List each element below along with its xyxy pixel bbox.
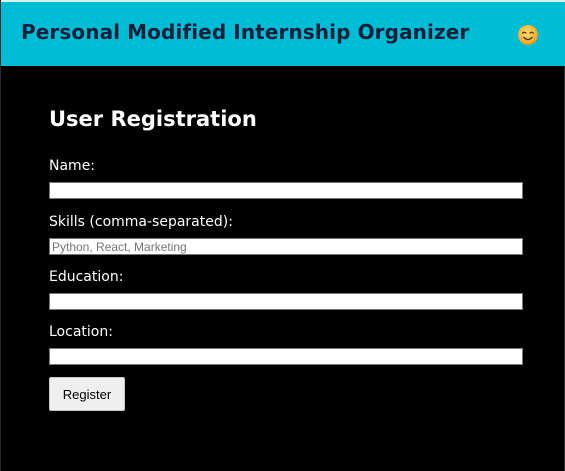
- name-label: Name:: [49, 158, 96, 174]
- skills-label: Skills (comma-separated):: [49, 214, 233, 230]
- app-header: Personal Modified Internship Organizer: [1, 0, 565, 66]
- name-input[interactable]: [49, 182, 523, 199]
- registration-heading: User Registration: [49, 107, 257, 131]
- skills-input[interactable]: [49, 238, 523, 255]
- education-input[interactable]: [49, 293, 523, 310]
- location-label: Location:: [49, 324, 113, 340]
- education-label: Education:: [49, 269, 124, 285]
- app-window: Personal Modified Internship Organizer U…: [0, 0, 565, 471]
- smiling-face-icon: [517, 24, 539, 46]
- location-input[interactable]: [49, 348, 523, 365]
- app-title: Personal Modified Internship Organizer: [21, 20, 470, 44]
- register-button[interactable]: Register: [49, 377, 125, 411]
